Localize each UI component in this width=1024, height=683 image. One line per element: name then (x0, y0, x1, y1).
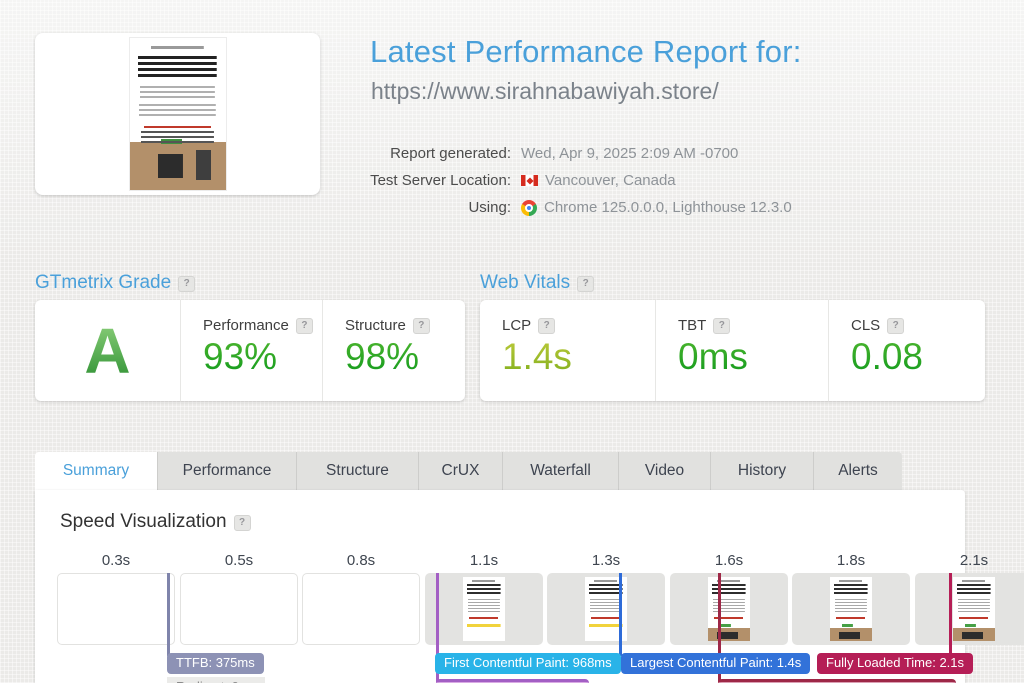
filmstrip-frame (302, 573, 420, 645)
speed-visualization-title: Speed Visualization? (60, 511, 251, 533)
timeline-label: 1.8s (792, 552, 910, 569)
report-url-link[interactable]: https://www.sirahnabawiyah.store/ (371, 78, 719, 105)
performance-metric: Performance? 93% (180, 300, 322, 401)
filmstrip-frame (547, 573, 665, 645)
performance-help-icon[interactable]: ? (296, 318, 313, 334)
browser-value: Chrome 125.0.0.0, Lighthouse 12.3.0 (544, 199, 792, 216)
tab-crux[interactable]: CrUX (419, 452, 503, 490)
tbt-value: 0ms (678, 338, 828, 377)
page-screenshot-card (35, 33, 320, 195)
ttfb-marker-line (167, 573, 170, 656)
filmstrip-frame (670, 573, 788, 645)
summary-panel: Speed Visualization? 0.3s 0.5s 0.8s 1.1s… (35, 490, 965, 683)
gtmetrix-report-page: Latest Performance Report for: https://w… (0, 0, 1024, 683)
lcp-help-icon[interactable]: ? (538, 318, 555, 334)
structure-metric: Structure? 98% (322, 300, 465, 401)
lcp-label: LCP (502, 317, 531, 334)
cls-metric: CLS? 0.08 (828, 300, 984, 401)
report-generated-row: Report generated: Wed, Apr 9, 2025 2:09 … (370, 140, 792, 167)
dom-loaded-badge-clipped (436, 679, 589, 683)
grade-help-icon[interactable]: ? (178, 276, 195, 292)
tab-structure[interactable]: Structure (297, 452, 419, 490)
structure-help-icon[interactable]: ? (413, 318, 430, 334)
browser-row: Using: Chrome 125.0.0.0, Lighthouse 12.3… (370, 194, 792, 221)
tab-summary[interactable]: Summary (35, 452, 158, 490)
speed-viz-help-icon[interactable]: ? (234, 515, 251, 531)
vitals-help-icon[interactable]: ? (577, 276, 594, 292)
tab-alerts[interactable]: Alerts (814, 452, 902, 490)
filmstrip-frame (915, 573, 1024, 645)
structure-value: 98% (345, 338, 465, 377)
lcp-value: 1.4s (502, 338, 655, 377)
frame-screenshot (830, 577, 872, 641)
filmstrip-frame (57, 573, 175, 645)
performance-label: Performance (203, 317, 289, 334)
filmstrip-frame (180, 573, 298, 645)
vitals-section-title: Web Vitals? (480, 272, 594, 294)
timeline-label: 0.8s (302, 552, 420, 569)
grade-letter-cell: A (35, 300, 180, 401)
tab-performance[interactable]: Performance (158, 452, 297, 490)
grade-card: A Performance? 93% Structure? 98% (35, 300, 465, 401)
tbt-metric: TBT? 0ms (655, 300, 828, 401)
fully-loaded-marker-line (949, 573, 952, 656)
server-location-row: Test Server Location: Vancouver, Canada (370, 167, 792, 194)
report-generated-value: Wed, Apr 9, 2025 2:09 AM -0700 (521, 145, 738, 162)
page-title: Latest Performance Report for: (370, 34, 802, 70)
report-generated-label: Report generated: (370, 145, 511, 162)
frame-screenshot (463, 577, 505, 641)
browser-label: Using: (370, 199, 511, 216)
tab-history[interactable]: History (711, 452, 814, 490)
tab-video[interactable]: Video (619, 452, 711, 490)
lcp-badge: Largest Contentful Paint: 1.4s (621, 653, 810, 674)
vitals-card: LCP? 1.4s TBT? 0ms CLS? 0.08 (480, 300, 985, 401)
ttfb-badge: TTFB: 375ms (167, 653, 264, 674)
cls-value: 0.08 (851, 338, 984, 377)
grade-section-title: GTmetrix Grade? (35, 272, 195, 294)
cls-label: CLS (851, 317, 880, 334)
structure-label: Structure (345, 317, 406, 334)
performance-value: 93% (203, 338, 322, 377)
server-location-label: Test Server Location: (370, 172, 511, 189)
timeline-label: 0.5s (180, 552, 298, 569)
canada-flag-icon (521, 175, 538, 186)
redirect-badge: Redirect: 0ms (167, 677, 265, 683)
fully-loaded-badge: Fully Loaded Time: 2.1s (817, 653, 973, 674)
lcp-metric: LCP? 1.4s (480, 300, 655, 401)
timeline-label: 1.1s (425, 552, 543, 569)
lcp-marker-line (619, 573, 622, 656)
fcp-badge: First Contentful Paint: 968ms (435, 653, 621, 674)
frame-screenshot (953, 577, 995, 641)
onload-badge-clipped (718, 679, 956, 683)
timeline-label: 1.3s (547, 552, 665, 569)
chrome-icon (521, 200, 537, 216)
grade-letter: A (84, 319, 130, 383)
timeline-label: 1.6s (670, 552, 788, 569)
frame-screenshot (708, 577, 750, 641)
timeline-label: 0.3s (57, 552, 175, 569)
filmstrip-frame (792, 573, 910, 645)
report-tabs: Summary Performance Structure CrUX Water… (35, 452, 902, 490)
cls-help-icon[interactable]: ? (887, 318, 904, 334)
tbt-help-icon[interactable]: ? (713, 318, 730, 334)
page-screenshot-thumbnail (130, 38, 226, 190)
timeline-label: 2.1s (915, 552, 1024, 569)
filmstrip-frame (425, 573, 543, 645)
tbt-label: TBT (678, 317, 706, 334)
server-location-value: Vancouver, Canada (545, 172, 676, 189)
report-meta: Report generated: Wed, Apr 9, 2025 2:09 … (370, 140, 792, 221)
tab-waterfall[interactable]: Waterfall (503, 452, 619, 490)
